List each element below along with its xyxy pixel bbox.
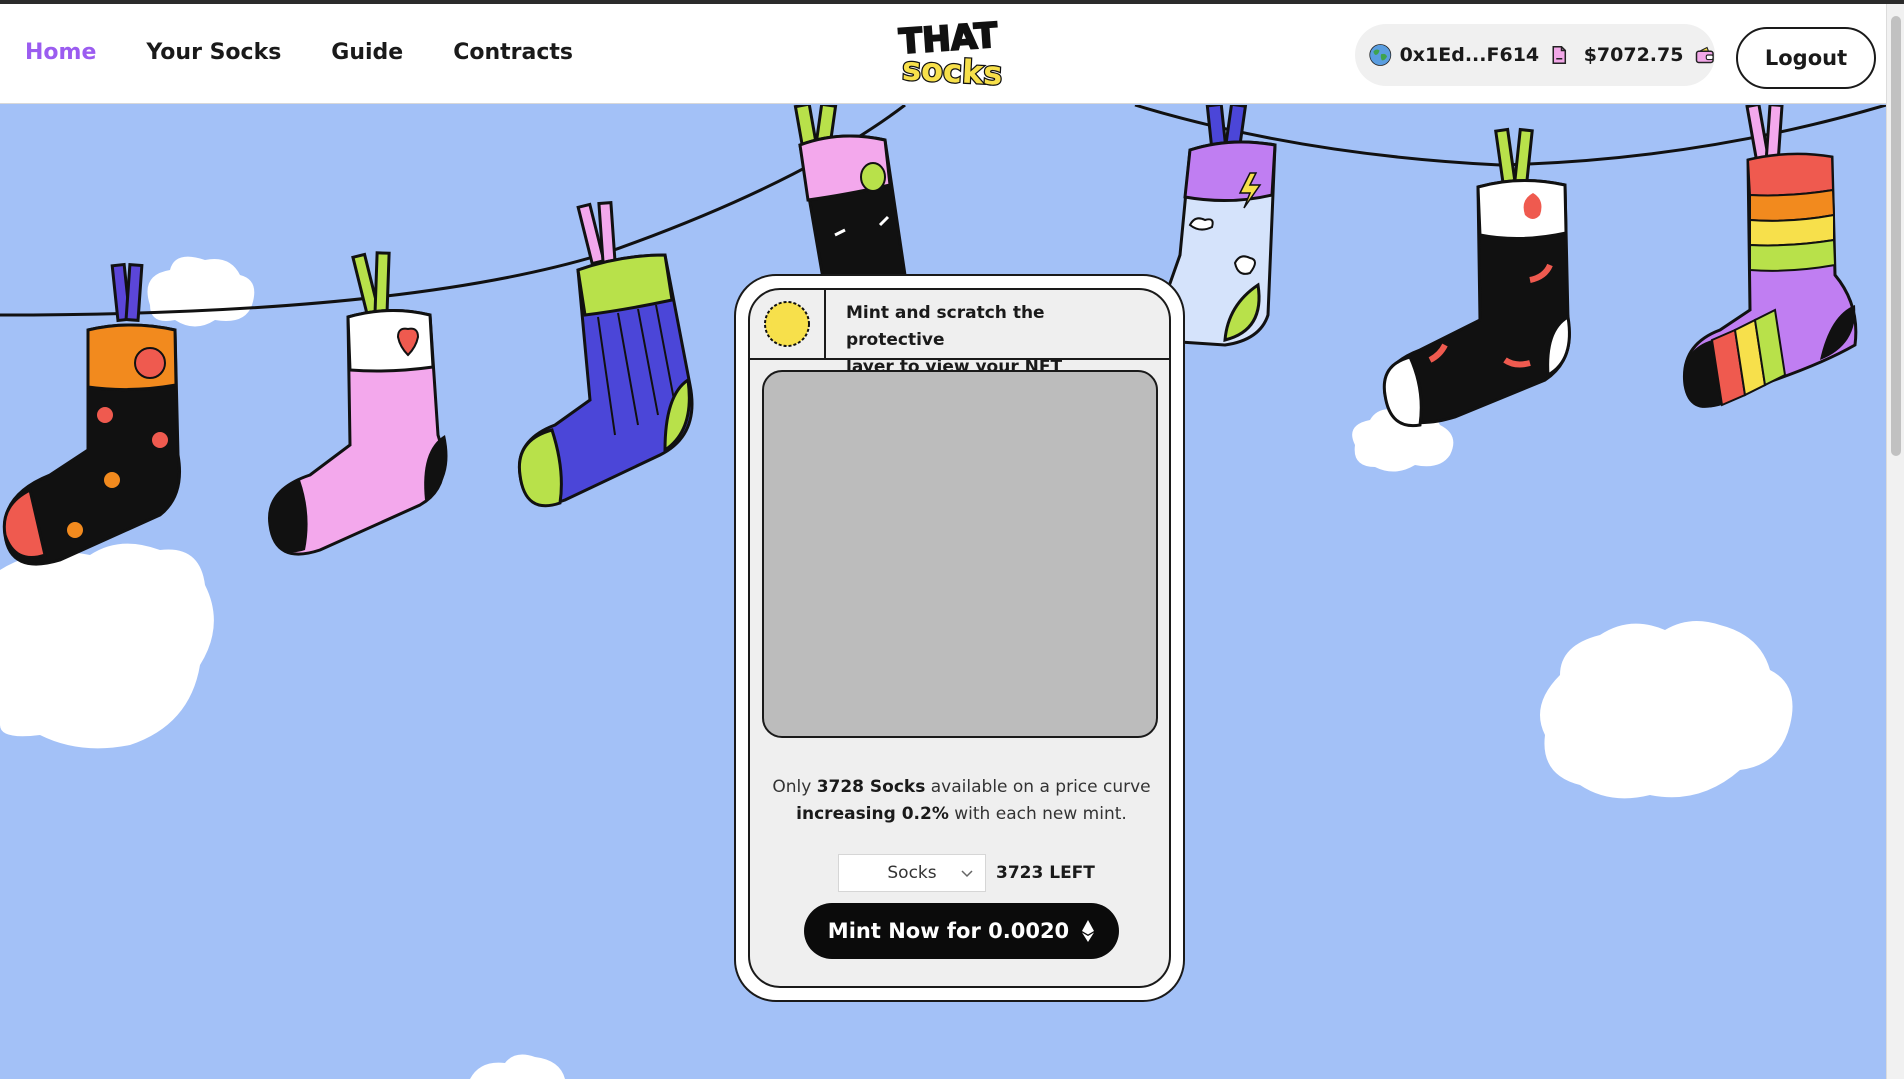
nav-guide-link[interactable]: Guide bbox=[331, 40, 403, 65]
wallet-icon[interactable] bbox=[1695, 43, 1715, 67]
sun-icon-cell bbox=[750, 290, 826, 358]
supply-info-line1: Only 3728 Socks available on a price cur… bbox=[750, 774, 1169, 801]
sock-alien-illustration bbox=[793, 102, 907, 292]
supply-info-prefix: Only bbox=[772, 777, 817, 797]
supply-count: 3728 Socks bbox=[816, 777, 926, 797]
collection-select[interactable]: Socks bbox=[838, 854, 986, 892]
nav-home-link[interactable]: Home bbox=[25, 40, 96, 65]
mint-instructions-line1: Mint and scratch the protective bbox=[846, 303, 1045, 350]
that-socks-logo[interactable]: THAT socks bbox=[872, 18, 1027, 90]
supply-info-suffix: available on a price curve bbox=[925, 777, 1151, 797]
collection-select-row: Socks 3723 LEFT bbox=[838, 854, 1095, 892]
logout-button[interactable]: Logout bbox=[1736, 27, 1876, 89]
sock-rainbow-illustration bbox=[1682, 102, 1858, 408]
nav-links: Home Your Socks Guide Contracts bbox=[25, 40, 623, 65]
sun-icon bbox=[764, 301, 810, 347]
supply-info: Only 3728 Socks available on a price cur… bbox=[750, 774, 1169, 828]
ethereum-icon bbox=[1082, 920, 1095, 942]
mint-card-header: Mint and scratch the protective layer to… bbox=[750, 290, 1169, 377]
price-increase: increasing 0.2% bbox=[796, 804, 949, 824]
mint-card: Mint and scratch the protective layer to… bbox=[734, 274, 1185, 1002]
document-icon[interactable] bbox=[1551, 42, 1568, 68]
page-scrollbar[interactable] bbox=[1886, 4, 1904, 1079]
nav-contracts-link[interactable]: Contracts bbox=[453, 40, 573, 65]
chevron-down-icon bbox=[961, 870, 973, 878]
sock-chili-illustration bbox=[1382, 127, 1571, 428]
remaining-count: 3723 LEFT bbox=[996, 863, 1095, 883]
supply-info-line2: increasing 0.2% with each new mint. bbox=[750, 801, 1169, 828]
scrollbar-thumb[interactable] bbox=[1891, 16, 1901, 456]
mint-instructions: Mint and scratch the protective layer to… bbox=[826, 290, 1146, 377]
mint-button-label: Mint Now for 0.0020 bbox=[827, 919, 1070, 943]
sock-striped-blue-illustration bbox=[517, 201, 694, 508]
mint-card-inner: Mint and scratch the protective layer to… bbox=[748, 288, 1171, 988]
wallet-address: 0x1Ed...F614 bbox=[1399, 44, 1540, 66]
scratch-area[interactable] bbox=[762, 370, 1158, 738]
price-increase-suffix: with each new mint. bbox=[948, 804, 1127, 824]
globe-avatar-icon bbox=[1369, 44, 1392, 66]
top-navbar: Home Your Socks Guide Contracts THAT soc… bbox=[0, 4, 1904, 104]
logo-bottom-text: socks bbox=[901, 49, 1003, 90]
collection-select-value: Socks bbox=[887, 863, 937, 883]
mint-now-button[interactable]: Mint Now for 0.0020 bbox=[804, 903, 1119, 959]
wallet-balance: $7072.75 bbox=[1583, 44, 1684, 66]
wallet-info-pill[interactable]: 0x1Ed...F614 $7072.75 bbox=[1355, 24, 1715, 86]
nav-your-socks-link[interactable]: Your Socks bbox=[146, 40, 281, 65]
